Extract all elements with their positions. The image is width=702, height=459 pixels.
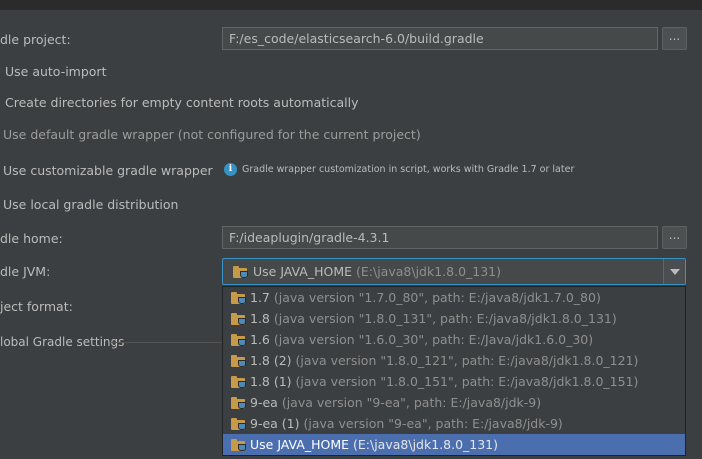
- jvm-option[interactable]: 1.8 (2) (java version "1.8.0_121", path:…: [223, 350, 685, 371]
- jdk-folder-icon: [231, 397, 247, 409]
- global-gradle-settings-title: lobal Gradle settings: [0, 335, 125, 349]
- info-icon: i: [224, 163, 237, 176]
- combo-dropdown-button[interactable]: [663, 259, 685, 284]
- custom-wrapper-radio-label[interactable]: Use customizable gradle wrapper: [3, 163, 213, 178]
- local-distribution-radio-label[interactable]: Use local gradle distribution: [3, 197, 178, 212]
- jdk-folder-icon: [231, 313, 247, 325]
- jvm-option[interactable]: 1.7 (java version "1.7.0_80", path: E:/j…: [223, 287, 685, 308]
- gradle-home-field[interactable]: F:/ideaplugin/gradle-4.3.1: [222, 226, 658, 249]
- jvm-option[interactable]: 1.8 (java version "1.8.0_131", path: E:/…: [223, 308, 685, 329]
- jdk-folder-icon: [231, 292, 247, 304]
- chevron-down-icon: [670, 269, 680, 275]
- jdk-folder-icon: [231, 439, 247, 451]
- jvm-option-selected[interactable]: Use JAVA_HOME (E:\java8\jdk1.8.0_131): [223, 434, 685, 455]
- jvm-selected-value: Use JAVA_HOME (E:\java8\jdk1.8.0_131): [253, 264, 502, 279]
- jdk-folder-icon: [233, 266, 249, 278]
- gradle-home-browse-button[interactable]: ...: [662, 226, 687, 249]
- jdk-folder-icon: [231, 418, 247, 430]
- gradle-home-label: dle home:: [0, 231, 63, 246]
- window-top-bar: [0, 0, 702, 10]
- gradle-project-label: dle project:: [0, 32, 71, 47]
- jvm-dropdown-list[interactable]: 1.7 (java version "1.7.0_80", path: E:/j…: [222, 286, 686, 456]
- jvm-option[interactable]: 9-ea (1) (java version "9-ea", path: E:/…: [223, 413, 685, 434]
- default-wrapper-radio-label[interactable]: Use default gradle wrapper (not configur…: [3, 127, 421, 142]
- gradle-project-browse-button[interactable]: ...: [662, 27, 687, 50]
- jdk-folder-icon: [231, 334, 247, 346]
- wrapper-hint-text: Gradle wrapper customization in script, …: [242, 164, 575, 175]
- jdk-folder-icon: [231, 376, 247, 388]
- create-dirs-checkbox-label[interactable]: Create directories for empty content roo…: [5, 95, 359, 110]
- gradle-jvm-label: dle JVM:: [0, 264, 51, 279]
- jvm-option[interactable]: 1.8 (1) (java version "1.8.0_151", path:…: [223, 371, 685, 392]
- jvm-option[interactable]: 9-ea (java version "9-ea", path: E:/java…: [223, 392, 685, 413]
- jvm-option[interactable]: 1.6 (java version "1.6.0_30", path: E:/J…: [223, 329, 685, 350]
- section-separator: [110, 342, 222, 343]
- gradle-jvm-combobox[interactable]: Use JAVA_HOME (E:\java8\jdk1.8.0_131): [222, 258, 686, 285]
- gradle-project-field[interactable]: F:/es_code/elasticsearch-6.0/build.gradl…: [222, 27, 658, 50]
- auto-import-checkbox-label[interactable]: Use auto-import: [5, 64, 106, 79]
- project-format-label: ject format:: [0, 299, 73, 314]
- jdk-folder-icon: [231, 355, 247, 367]
